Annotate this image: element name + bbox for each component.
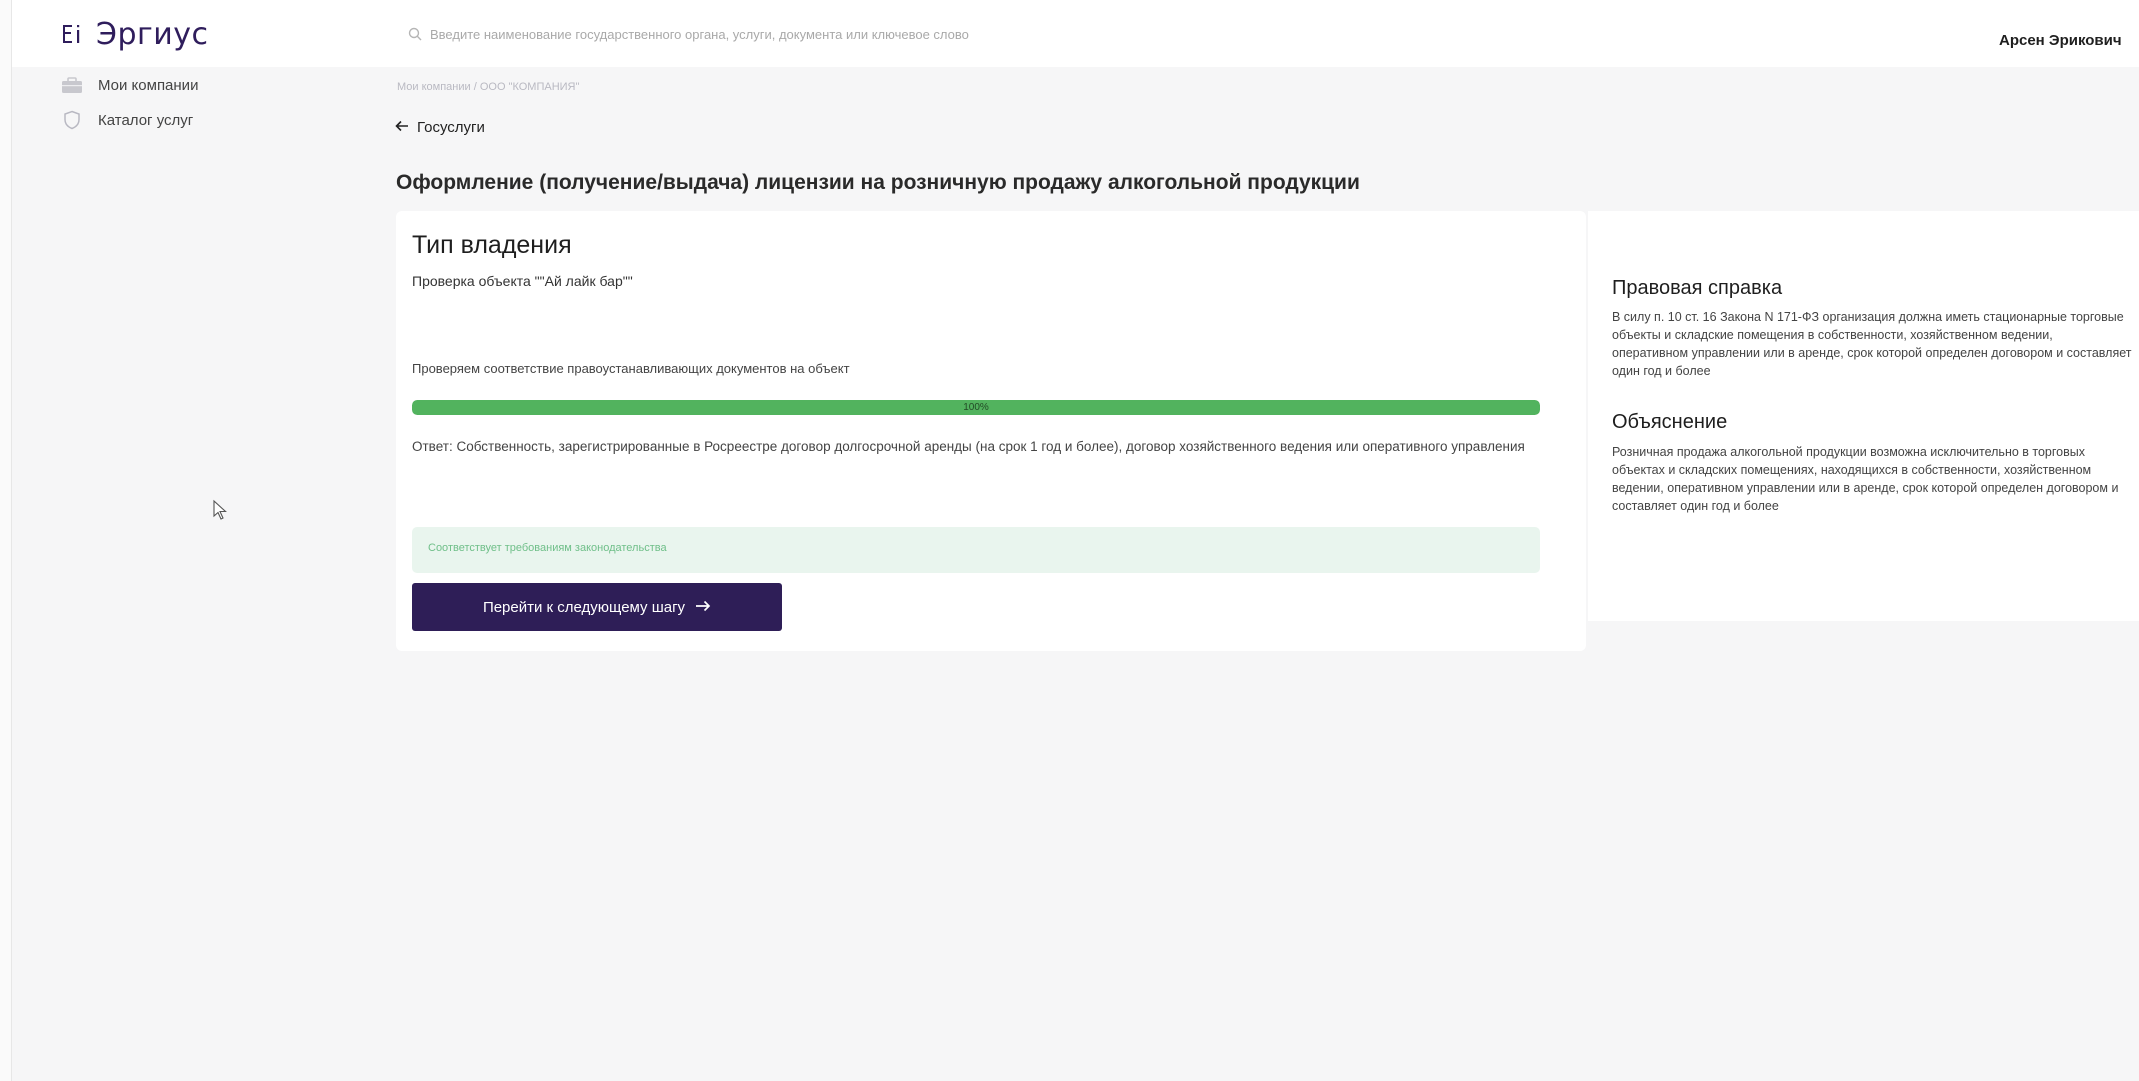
- global-search[interactable]: [408, 20, 1168, 48]
- next-step-button[interactable]: Перейти к следующему шагу: [412, 583, 782, 631]
- sidebar-item-label: Каталог услуг: [98, 111, 194, 129]
- logo-mark-icon: [60, 21, 86, 47]
- breadcrumb[interactable]: Мои компании / ООО "КОМПАНИЯ": [397, 81, 579, 93]
- logo-text: Эргиус: [96, 16, 209, 52]
- logo[interactable]: Эргиус: [60, 14, 209, 54]
- legal-reference-title: Правовая справка: [1612, 277, 1783, 299]
- arrow-right-icon: [695, 599, 711, 616]
- info-panel: Правовая справка В силу п. 10 ст. 16 Зак…: [1588, 211, 2139, 621]
- back-link-label: Госуслуги: [417, 119, 485, 136]
- back-link[interactable]: Госуслуги: [395, 119, 485, 136]
- sidebar-item-my-companies[interactable]: Мои компании: [60, 73, 198, 97]
- answer-text: Ответ: Собственность, зарегистрированные…: [412, 439, 1525, 454]
- status-banner: Соответствует требованиям законодательст…: [412, 527, 1540, 573]
- briefcase-icon: [60, 73, 84, 97]
- search-icon: [408, 27, 422, 41]
- ownership-step-card: Тип владения Проверка объекта ""Ай лайк …: [396, 211, 1586, 651]
- top-header: Эргиус Арсен Эрикович: [12, 0, 2139, 67]
- sidebar-item-service-catalog[interactable]: Каталог услуг: [60, 108, 193, 132]
- search-input[interactable]: [430, 26, 1150, 42]
- legal-reference-text: В силу п. 10 ст. 16 Закона N 171-ФЗ орга…: [1612, 310, 2132, 378]
- object-check-text: Проверка объекта ""Ай лайк бар"": [412, 273, 633, 289]
- next-step-label: Перейти к следующему шагу: [482, 598, 686, 616]
- arrow-left-icon: [395, 119, 409, 136]
- page-title: Оформление (получение/выдача) лицензии н…: [396, 171, 1360, 194]
- user-name[interactable]: Арсен Эрикович: [1999, 32, 2122, 49]
- sidebar: Мои компании Каталог услуг: [12, 67, 377, 1081]
- step-title: Тип владения: [412, 231, 572, 259]
- window-edge: [0, 0, 12, 1081]
- explanation-text: Розничная продажа алкогольной продукции …: [1612, 445, 2119, 513]
- progress-bar: 100%: [412, 400, 1540, 415]
- explanation-title: Объяснение: [1612, 411, 1728, 433]
- sidebar-item-label: Мои компании: [98, 76, 199, 94]
- progress-label: 100%: [963, 402, 989, 413]
- verification-text: Проверяем соответствие правоустанавливаю…: [412, 361, 850, 376]
- mouse-pointer-icon: [212, 499, 228, 526]
- status-text: Соответствует требованиям законодательст…: [428, 542, 667, 554]
- shield-icon: [60, 108, 84, 132]
